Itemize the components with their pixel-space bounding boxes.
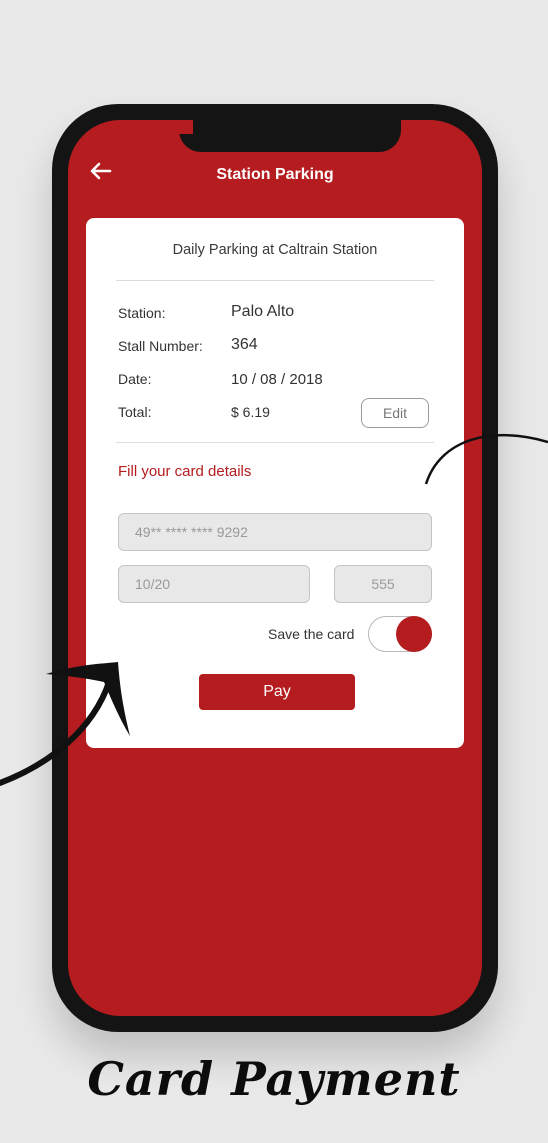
- divider: [116, 280, 434, 281]
- divider: [116, 442, 434, 443]
- edit-button[interactable]: Edit: [361, 398, 429, 428]
- phone-notch: [179, 120, 401, 152]
- save-card-label: Save the card: [268, 626, 355, 642]
- station-label: Station:: [118, 305, 166, 321]
- card-details-heading: Fill your card details: [118, 463, 252, 480]
- booking-card: Daily Parking at Caltrain Station Statio…: [86, 218, 464, 748]
- cvv-input[interactable]: [334, 565, 432, 603]
- total-value: $ 6.19: [231, 404, 270, 420]
- save-card-toggle[interactable]: [368, 616, 432, 652]
- station-value: Palo Alto: [231, 303, 295, 320]
- total-label: Total:: [118, 404, 152, 420]
- page-title: Station Parking: [216, 166, 334, 183]
- toggle-knob: [396, 616, 432, 652]
- date-value: 10 / 08 / 2018: [231, 371, 323, 388]
- caption-title: Card Payment: [87, 1052, 461, 1106]
- pay-button[interactable]: Pay: [199, 674, 355, 710]
- expiry-input[interactable]: [118, 565, 310, 603]
- card-number-input[interactable]: [118, 513, 432, 551]
- app-screen: Station Parking Daily Parking at Caltrai…: [68, 120, 482, 1016]
- stall-value: 364: [231, 336, 258, 353]
- stall-label: Stall Number:: [118, 338, 203, 354]
- date-label: Date:: [118, 371, 152, 387]
- booking-subtitle: Daily Parking at Caltrain Station: [172, 242, 378, 258]
- phone-frame: Station Parking Daily Parking at Caltrai…: [52, 104, 498, 1032]
